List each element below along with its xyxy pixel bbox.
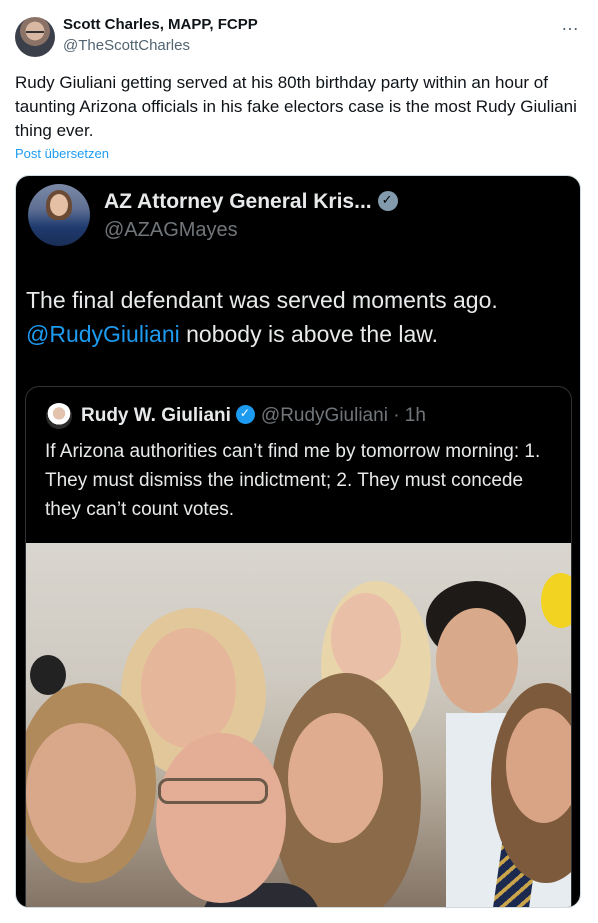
- embedded-name-text: AZ Attorney General Kris...: [104, 190, 372, 213]
- embedded-author-handle: @AZAGMayes: [104, 219, 238, 241]
- embedded-tweet-text: The final defendant was served moments a…: [26, 283, 571, 351]
- avatar-glasses: [26, 31, 44, 35]
- author-handle[interactable]: @TheScottCharles: [63, 37, 190, 54]
- party-photo: [26, 543, 571, 907]
- person-face: [288, 713, 383, 843]
- embedded-author-name: AZ Attorney General Kris...: [104, 190, 398, 214]
- embedded-avatar: [28, 184, 90, 246]
- embedded-mention: @RudyGiuliani: [26, 321, 180, 347]
- quoted-author-name: Rudy W. Giuliani: [81, 405, 231, 426]
- quoted-header: Rudy W. Giuliani @RudyGiuliani · 1h: [81, 405, 426, 427]
- person-face: [26, 723, 136, 863]
- quoted-avatar: [46, 403, 72, 429]
- yellow-balloon: [541, 573, 571, 628]
- quoted-author-handle: @RudyGiuliani · 1h: [260, 405, 426, 426]
- more-options-icon[interactable]: …: [561, 14, 580, 35]
- embedded-text-part1: The final defendant was served moments a…: [26, 287, 498, 313]
- embedded-text-part2: nobody is above the law.: [186, 321, 439, 347]
- author-avatar[interactable]: [15, 17, 55, 57]
- tweet-media-image[interactable]: AZ Attorney General Kris... @AZAGMayes T…: [15, 175, 581, 908]
- eyeglasses: [158, 778, 268, 804]
- author-name[interactable]: Scott Charles, MAPP, FCPP: [63, 16, 258, 33]
- avatar-face: [50, 194, 68, 216]
- person-face: [331, 593, 401, 683]
- quoted-tweet-text: If Arizona authorities can’t find me by …: [45, 441, 541, 520]
- tweet-text: Rudy Giuliani getting served at his 80th…: [15, 73, 577, 140]
- verified-gray-badge-icon: [377, 191, 398, 211]
- quoted-tweet: Rudy W. Giuliani @RudyGiuliani · 1h If Ar…: [25, 386, 572, 907]
- verified-blue-badge-icon: [235, 405, 255, 424]
- person-face: [506, 708, 571, 823]
- person-face: [141, 628, 236, 748]
- center-person-face: [156, 733, 286, 903]
- translate-link[interactable]: Post übersetzen: [15, 146, 109, 161]
- person-face: [436, 608, 518, 713]
- tweet-card: Scott Charles, MAPP, FCPP @TheScottCharl…: [0, 0, 598, 923]
